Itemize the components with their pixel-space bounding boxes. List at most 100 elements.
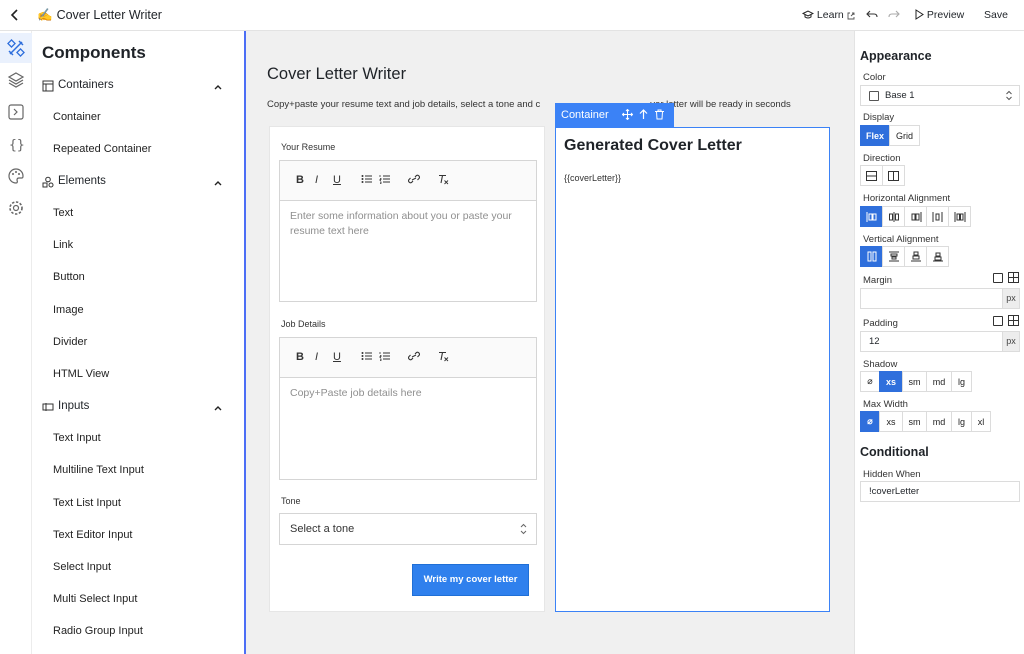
hidden-when-input[interactable]: !coverLetter [860, 481, 1020, 502]
write-cover-letter-button[interactable]: Write my cover letter [412, 564, 529, 596]
underline-icon[interactable]: U [333, 174, 341, 186]
component-item-multi-select-input[interactable]: Multi Select Input [53, 593, 137, 605]
redo-icon[interactable] [888, 9, 900, 21]
trash-icon[interactable] [654, 109, 665, 120]
max-width-none-button[interactable]: ⌀ [860, 411, 880, 432]
component-item-text[interactable]: Text [53, 207, 73, 219]
numbered-list-icon[interactable] [379, 174, 390, 187]
align-end-icon[interactable] [904, 206, 927, 227]
group-label: Inputs [58, 400, 90, 412]
shadow-toggle: ⌀ xs sm md lg [860, 371, 972, 392]
align-center-icon[interactable] [882, 206, 905, 227]
italic-icon[interactable]: I [315, 174, 318, 186]
bold-icon[interactable]: B [296, 351, 304, 363]
max-width-xs-button[interactable]: xs [879, 411, 903, 432]
job-details-editor[interactable]: B I U Copy+Paste job details here [279, 337, 537, 480]
numbered-list-icon[interactable] [379, 351, 390, 364]
output-container[interactable]: Generated Cover Letter {{coverLetter}} [555, 127, 830, 612]
graduation-cap-icon [801, 10, 815, 19]
display-grid-button[interactable]: Grid [889, 125, 920, 146]
clear-format-icon[interactable] [438, 351, 449, 365]
component-item-divider[interactable]: Divider [53, 336, 87, 348]
valign-bottom-icon[interactable] [926, 246, 949, 267]
properties-panel: Appearance Color Base 1 Display Flex Gri… [854, 31, 1024, 654]
undo-icon[interactable] [866, 9, 878, 21]
component-item-html-view[interactable]: HTML View [53, 368, 109, 380]
underline-icon[interactable]: U [333, 351, 341, 363]
valign-stretch-icon[interactable] [860, 246, 883, 267]
learn-button[interactable]: Learn [801, 9, 855, 21]
preview-button[interactable]: Preview [914, 9, 964, 21]
external-link-icon [847, 12, 855, 20]
settings-icon[interactable] [7, 199, 25, 217]
container-tag-label: Container [561, 109, 609, 121]
component-item-repeated-container[interactable]: Repeated Container [53, 143, 151, 155]
clear-format-icon[interactable] [438, 174, 449, 188]
max-width-sm-button[interactable]: sm [902, 411, 927, 432]
align-start-icon[interactable] [860, 206, 883, 227]
chevron-up-icon[interactable] [212, 177, 224, 189]
component-item-multiline-text-input[interactable]: Multiline Text Input [53, 464, 144, 476]
uniform-spacing-icon[interactable] [993, 316, 1003, 326]
learn-label: Learn [816, 9, 844, 21]
color-select[interactable]: Base 1 [860, 85, 1020, 106]
component-item-text-list-input[interactable]: Text List Input [53, 497, 121, 509]
move-icon[interactable] [621, 108, 634, 121]
form-container[interactable]: Your Resume B I U Enter some information… [269, 126, 545, 612]
hidden-when-label: Hidden When [863, 469, 921, 480]
code-icon[interactable] [7, 103, 25, 121]
tone-select[interactable]: Select a tone [279, 513, 537, 545]
max-width-md-button[interactable]: md [926, 411, 952, 432]
shadow-sm-button[interactable]: sm [902, 371, 927, 392]
braces-icon[interactable]: {} [7, 135, 25, 153]
link-icon[interactable] [408, 174, 420, 187]
shadow-md-button[interactable]: md [926, 371, 952, 392]
max-width-xl-button[interactable]: xl [971, 411, 991, 432]
display-flex-button[interactable]: Flex [860, 125, 890, 146]
component-item-link[interactable]: Link [53, 239, 73, 251]
back-icon[interactable] [9, 7, 23, 23]
bullet-list-icon[interactable] [361, 351, 372, 364]
valign-center-icon[interactable] [904, 246, 927, 267]
save-button[interactable]: Save [984, 9, 1008, 21]
output-variable[interactable]: {{coverLetter}} [564, 173, 621, 183]
direction-row-icon[interactable] [882, 165, 905, 186]
output-title[interactable]: Generated Cover Letter [564, 137, 742, 155]
shadow-none-button[interactable]: ⌀ [860, 371, 880, 392]
margin-input[interactable]: px [860, 288, 1020, 309]
align-space-around-icon[interactable] [926, 206, 949, 227]
padding-input[interactable]: 12 px [860, 331, 1020, 352]
component-item-image[interactable]: Image [53, 304, 84, 316]
grid-spacing-icon[interactable] [1008, 272, 1019, 286]
component-item-radio-group-input[interactable]: Radio Group Input [53, 625, 143, 637]
component-item-text-editor-input[interactable]: Text Editor Input [53, 529, 133, 541]
page-title[interactable]: Cover Letter Writer [267, 65, 406, 84]
chevron-up-icon[interactable] [212, 402, 224, 414]
arrow-up-icon[interactable] [638, 109, 649, 120]
component-item-select-input[interactable]: Select Input [53, 561, 111, 573]
uniform-spacing-icon[interactable] [993, 273, 1003, 283]
page-subtitle[interactable]: Copy+paste your resume text and job deta… [267, 99, 791, 110]
max-width-lg-button[interactable]: lg [951, 411, 972, 432]
icon-rail: {} [0, 31, 32, 654]
build-icon[interactable] [7, 39, 25, 57]
shadow-lg-button[interactable]: lg [951, 371, 972, 392]
bullet-list-icon[interactable] [361, 174, 372, 187]
bold-icon[interactable]: B [296, 174, 304, 186]
align-space-between-icon[interactable] [948, 206, 971, 227]
component-item-text-input[interactable]: Text Input [53, 432, 101, 444]
link-icon[interactable] [408, 351, 420, 364]
grid-spacing-icon[interactable] [1008, 315, 1019, 329]
max-width-label: Max Width [863, 399, 908, 410]
layers-icon[interactable] [7, 71, 25, 89]
palette-icon[interactable] [7, 167, 25, 185]
resume-editor[interactable]: B I U Enter some information about you o… [279, 160, 537, 302]
valign-top-icon[interactable] [882, 246, 905, 267]
component-item-button[interactable]: Button [53, 271, 85, 283]
chevron-up-icon[interactable] [212, 81, 224, 93]
direction-column-icon[interactable] [860, 165, 883, 186]
component-item-container[interactable]: Container [53, 111, 101, 123]
shadow-xs-button[interactable]: xs [879, 371, 903, 392]
italic-icon[interactable]: I [315, 351, 318, 363]
horizontal-alignment-label: Horizontal Alignment [863, 193, 951, 204]
